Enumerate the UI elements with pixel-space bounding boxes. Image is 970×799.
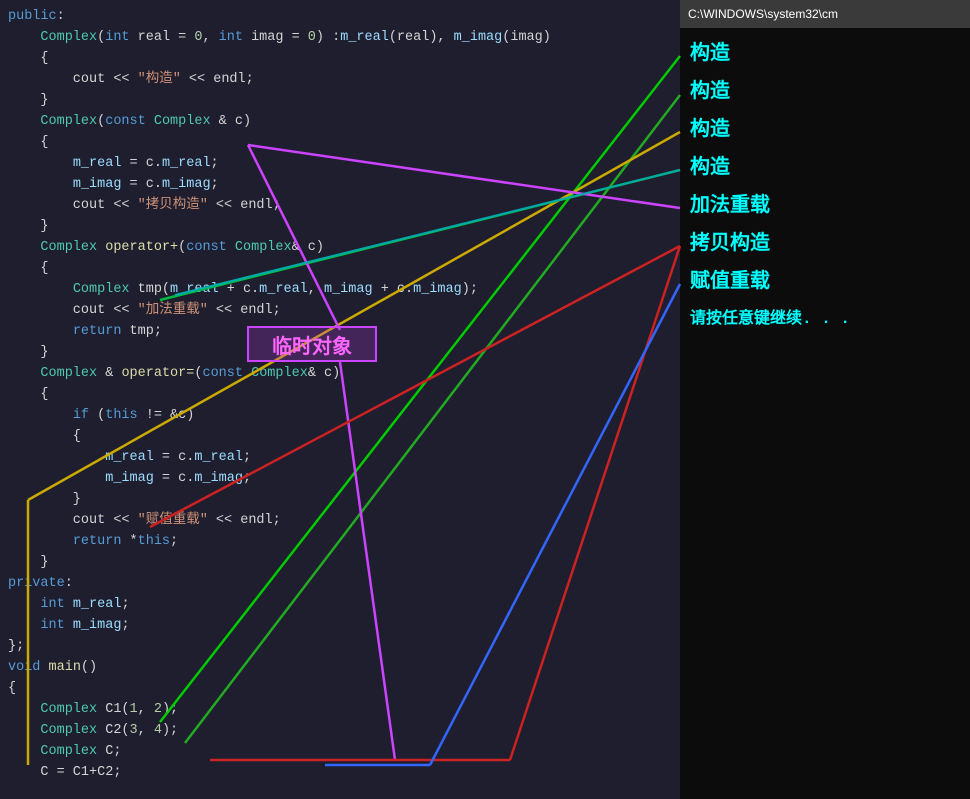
code-line-22: m_real = c.m_real; (0, 447, 680, 468)
code-line-34: Complex C1(1, 2); (0, 699, 680, 720)
term-line-2: 构造 (690, 74, 960, 112)
code-line-20: if (this != &c) (0, 405, 680, 426)
terminal-title: C:\WINDOWS\system32\cm (688, 7, 838, 21)
code-line-29: int m_real; (0, 594, 680, 615)
code-line-33: { (0, 678, 680, 699)
code-line-30: int m_imag; (0, 615, 680, 636)
code-line-19: { (0, 384, 680, 405)
term-line-4: 构造 (690, 150, 960, 188)
terminal-titlebar: C:\WINDOWS\system32\cm (680, 0, 970, 28)
code-panel: public: Complex(int real = 0, int imag =… (0, 0, 680, 799)
code-line-11: } (0, 216, 680, 237)
code-line-24: } (0, 489, 680, 510)
code-line-8: m_real = c.m_real; (0, 153, 680, 174)
term-line-1: 构造 (690, 36, 960, 74)
code-line-6: Complex(const Complex & c) (0, 111, 680, 132)
code-line-28: private: (0, 573, 680, 594)
code-line-36: Complex C; (0, 741, 680, 762)
annotation-box: 临时对象 (247, 326, 377, 362)
code-line-13: { (0, 258, 680, 279)
code-line-5: } (0, 90, 680, 111)
term-line-8: 请按任意键继续. . . (690, 302, 960, 336)
code-line-3: { (0, 48, 680, 69)
code-line-21: { (0, 426, 680, 447)
term-line-7: 赋值重载 (690, 264, 960, 302)
term-line-5: 加法重载 (690, 188, 960, 226)
code-line-31: }; (0, 636, 680, 657)
code-line-26: return *this; (0, 531, 680, 552)
code-line-18: Complex & operator=(const Complex& c) (0, 363, 680, 384)
terminal-output: 构造 构造 构造 构造 加法重载 拷贝构造 赋值重载 请按任意键继续. . . (690, 36, 960, 336)
code-line-25: cout << "赋值重载" << endl; (0, 510, 680, 531)
code-line-23: m_imag = c.m_imag; (0, 468, 680, 489)
code-line-7: { (0, 132, 680, 153)
term-line-3: 构造 (690, 112, 960, 150)
code-line-1: public: (0, 6, 680, 27)
code-line-32: void main() (0, 657, 680, 678)
code-line-4: cout << "构造" << endl; (0, 69, 680, 90)
annotation-text: 临时对象 (272, 330, 352, 359)
code-line-10: cout << "拷贝构造" << endl; (0, 195, 680, 216)
terminal-panel: 构造 构造 构造 构造 加法重载 拷贝构造 赋值重载 请按任意键继续. . . (680, 0, 970, 799)
code-line-14: Complex tmp(m_real + c.m_real, m_imag + … (0, 279, 680, 300)
code-line-27: } (0, 552, 680, 573)
code-line-35: Complex C2(3, 4); (0, 720, 680, 741)
code-line-9: m_imag = c.m_imag; (0, 174, 680, 195)
code-line-37: C = C1+C2; (0, 762, 680, 783)
code-line-15: cout << "加法重载" << endl; (0, 300, 680, 321)
term-line-6: 拷贝构造 (690, 226, 960, 264)
code-line-12: Complex operator+(const Complex& c) (0, 237, 680, 258)
code-line-2: Complex(int real = 0, int imag = 0) :m_r… (0, 27, 680, 48)
